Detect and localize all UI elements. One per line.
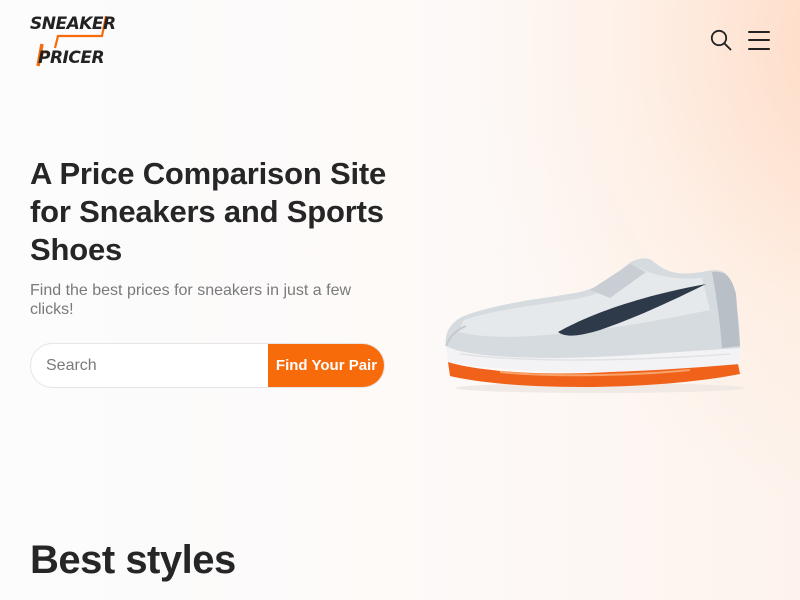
search-input[interactable]	[31, 344, 268, 387]
hamburger-menu-icon[interactable]	[748, 29, 770, 51]
menu-bar	[748, 39, 770, 41]
logo-text-line1: SNEAKER	[30, 14, 116, 34]
page: SNEAKER PRICER A Price Comparison Site f…	[0, 0, 800, 600]
sneaker-search-form: Find Your Pair	[30, 343, 385, 388]
hero-title: A Price Comparison Site for Sneakers and…	[30, 156, 387, 267]
search-icon[interactable]	[710, 29, 732, 51]
menu-bar	[748, 31, 770, 33]
menu-bar	[748, 48, 770, 50]
logo-text-line2: PRICER	[38, 48, 105, 68]
best-styles-heading: Best styles	[30, 538, 236, 582]
hero-subtitle: Find the best prices for sneakers in jus…	[30, 282, 352, 318]
brand-logo[interactable]: SNEAKER PRICER	[28, 14, 116, 72]
sneaker-product-image	[440, 250, 745, 400]
find-your-pair-button[interactable]: Find Your Pair	[268, 344, 384, 387]
